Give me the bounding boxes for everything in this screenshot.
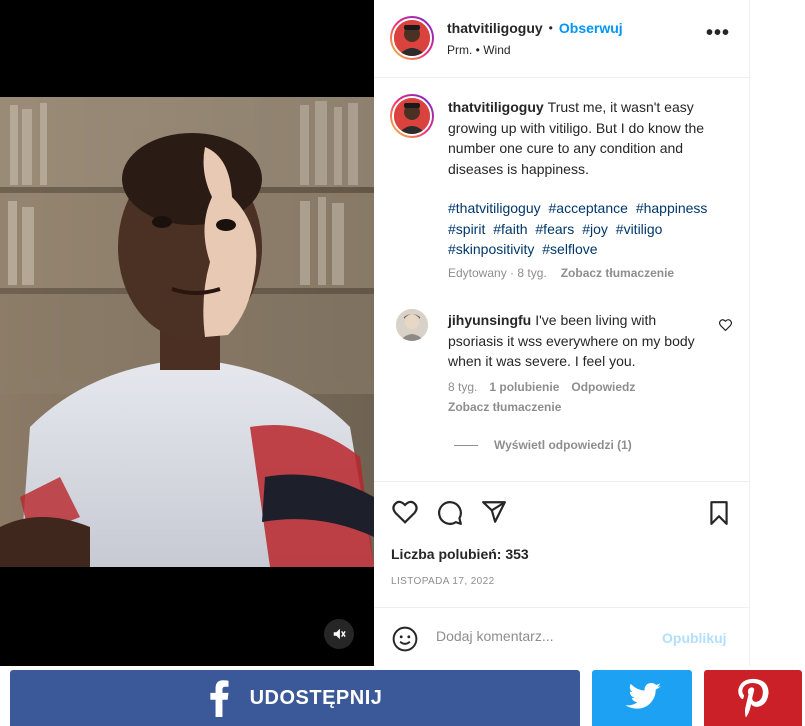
twitter-share-button[interactable]	[592, 670, 692, 726]
comment-like-button[interactable]	[718, 318, 733, 336]
likes-count[interactable]: Liczba polubień: 353	[391, 546, 529, 562]
author-portrait-icon	[394, 20, 430, 56]
social-share-bar: UDOSTĘPNIJ	[0, 666, 805, 726]
facebook-logo-icon	[209, 680, 229, 717]
caption-username[interactable]: thatvitiligoguy	[448, 99, 544, 115]
smiley-icon	[392, 626, 418, 652]
publish-button[interactable]: Opublikuj	[662, 630, 727, 646]
hashtag[interactable]: #vitiligo	[616, 221, 663, 237]
heart-icon	[392, 500, 418, 524]
caption-author-avatar[interactable]	[390, 94, 434, 138]
like-button[interactable]	[392, 500, 418, 529]
twitter-bird-icon	[625, 682, 661, 709]
post-photo[interactable]	[0, 97, 374, 567]
actions-divider	[374, 481, 750, 482]
hashtag[interactable]: #joy	[582, 221, 608, 237]
comment-likes[interactable]: 1 polubienie	[489, 380, 559, 394]
view-replies-label: Wyświetl odpowiedzi (1)	[494, 438, 632, 452]
comment-meta: 8 tyg. 1 polubienie Odpowiedz	[448, 380, 635, 394]
divider-line	[454, 444, 478, 446]
edited-label: Edytowany · 8 tyg.	[448, 266, 547, 280]
comment-form-divider	[374, 607, 750, 608]
reply-button[interactable]: Odpowiedz	[571, 380, 635, 394]
hashtag-list: #thatvitiligoguy #acceptance #happiness …	[448, 198, 718, 260]
comment-bubble-icon	[438, 501, 462, 525]
separator-dot: •	[548, 21, 553, 35]
author-avatar[interactable]	[390, 16, 434, 60]
header-user-row: thatvitiligoguy • Obserwuj	[447, 20, 623, 36]
post-panel: thatvitiligoguy • Obserwuj Prm. • Wind •…	[374, 0, 750, 666]
post-header: thatvitiligoguy • Obserwuj Prm. • Wind •…	[374, 0, 750, 78]
comment-button[interactable]	[437, 500, 463, 531]
bookmark-icon	[710, 501, 728, 525]
comment-see-translation[interactable]: Zobacz tłumaczenie	[448, 400, 561, 414]
commenter-avatar[interactable]	[396, 309, 428, 341]
emoji-button[interactable]	[392, 626, 418, 657]
add-comment-input[interactable]	[436, 628, 636, 644]
hashtag[interactable]: #acceptance	[549, 200, 628, 216]
author-username[interactable]: thatvitiligoguy	[447, 20, 543, 36]
follow-button[interactable]: Obserwuj	[559, 20, 623, 36]
mute-button[interactable]	[324, 619, 354, 649]
post-location[interactable]: Prm. • Wind	[447, 43, 511, 57]
heart-icon	[718, 319, 733, 332]
pinterest-share-button[interactable]	[704, 670, 802, 726]
paper-plane-icon	[482, 501, 506, 523]
photo-illustration	[0, 97, 374, 567]
see-translation-link[interactable]: Zobacz tłumaczenie	[561, 266, 674, 280]
comment-body: jihyunsingfu I've been living with psoria…	[448, 310, 710, 372]
caption-meta: Edytowany · 8 tyg. Zobacz tłumaczenie	[448, 266, 674, 280]
commenter-portrait-icon	[396, 309, 428, 341]
post-caption: thatvitiligoguy Trust me, it wasn't easy …	[448, 97, 718, 179]
facebook-share-button[interactable]: UDOSTĘPNIJ	[10, 670, 580, 726]
commenter-username[interactable]: jihyunsingfu	[448, 312, 531, 328]
hashtag[interactable]: #happiness	[636, 200, 708, 216]
hashtag[interactable]: #faith	[493, 221, 527, 237]
save-button[interactable]	[708, 500, 730, 531]
hashtag[interactable]: #spirit	[448, 221, 485, 237]
view-replies-button[interactable]: Wyświetl odpowiedzi (1)	[454, 438, 632, 452]
share-button[interactable]	[481, 500, 507, 529]
hashtag[interactable]: #selflove	[542, 241, 597, 257]
post-media	[0, 0, 374, 666]
more-options-button[interactable]: •••	[706, 23, 730, 43]
hashtag[interactable]: #skinpositivity	[448, 241, 534, 257]
speaker-muted-icon	[333, 628, 346, 640]
facebook-share-label: UDOSTĘPNIJ	[249, 686, 383, 709]
pinterest-logo-icon	[738, 678, 769, 718]
author-portrait-icon	[394, 98, 430, 134]
comment-age[interactable]: 8 tyg.	[448, 380, 477, 394]
ellipsis-icon: •••	[705, 22, 730, 44]
hashtag[interactable]: #fears	[535, 221, 574, 237]
post-date[interactable]: LISTOPADA 17, 2022	[391, 576, 495, 587]
hashtag[interactable]: #thatvitiligoguy	[448, 200, 541, 216]
